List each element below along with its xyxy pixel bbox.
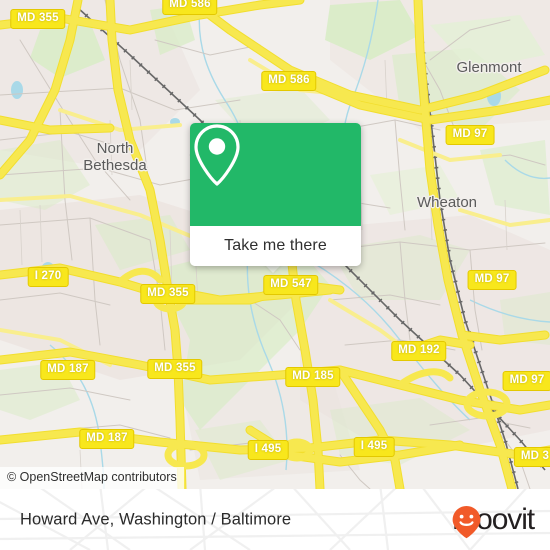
- road-shield: MD 97: [467, 270, 517, 290]
- road-shield: MD 3: [513, 447, 550, 467]
- road-shield: MD 187: [40, 360, 96, 380]
- place-label-north-bethesda: North Bethesda: [83, 140, 147, 174]
- map-screenshot: .pk{fill:#d7ecc4} .pk2{fill:#e4f0d6} .re…: [0, 0, 550, 550]
- take-me-there-button[interactable]: Take me there: [190, 226, 361, 266]
- bottom-bar: Howard Ave, Washington / Baltimore moovi…: [0, 489, 550, 550]
- road-shield: I 495: [247, 440, 289, 460]
- road-shield: MD 547: [263, 275, 319, 295]
- road-shield: I 495: [353, 437, 395, 457]
- road-shield: MD 187: [79, 429, 135, 449]
- road-shield: MD 355: [10, 9, 66, 29]
- place-label-wheaton: Wheaton: [416, 194, 478, 211]
- moovit-logo[interactable]: moovit: [451, 504, 535, 538]
- place-label-glenmont: Glenmont: [456, 59, 522, 76]
- map-canvas[interactable]: .pk{fill:#d7ecc4} .pk2{fill:#e4f0d6} .re…: [0, 0, 550, 489]
- location-pin-icon: [194, 124, 240, 186]
- road-shield: MD 192: [391, 341, 447, 361]
- osm-attribution[interactable]: © OpenStreetMap contributors: [0, 467, 184, 489]
- road-shield: MD 185: [285, 367, 341, 387]
- road-shield: MD 355: [147, 359, 203, 379]
- road-shield: MD 586: [162, 0, 218, 15]
- location-title: Howard Ave, Washington / Baltimore: [20, 510, 292, 528]
- road-shield: MD 97: [502, 371, 550, 391]
- road-shield: MD 586: [261, 71, 317, 91]
- popup-card-image: [190, 123, 361, 226]
- road-shield: MD 355: [140, 284, 196, 304]
- road-shield: I 270: [27, 267, 69, 287]
- road-shield: MD 97: [445, 125, 495, 145]
- take-me-there-popup-card[interactable]: Take me there: [190, 123, 361, 266]
- moovit-smiley-pin-icon: [452, 505, 481, 538]
